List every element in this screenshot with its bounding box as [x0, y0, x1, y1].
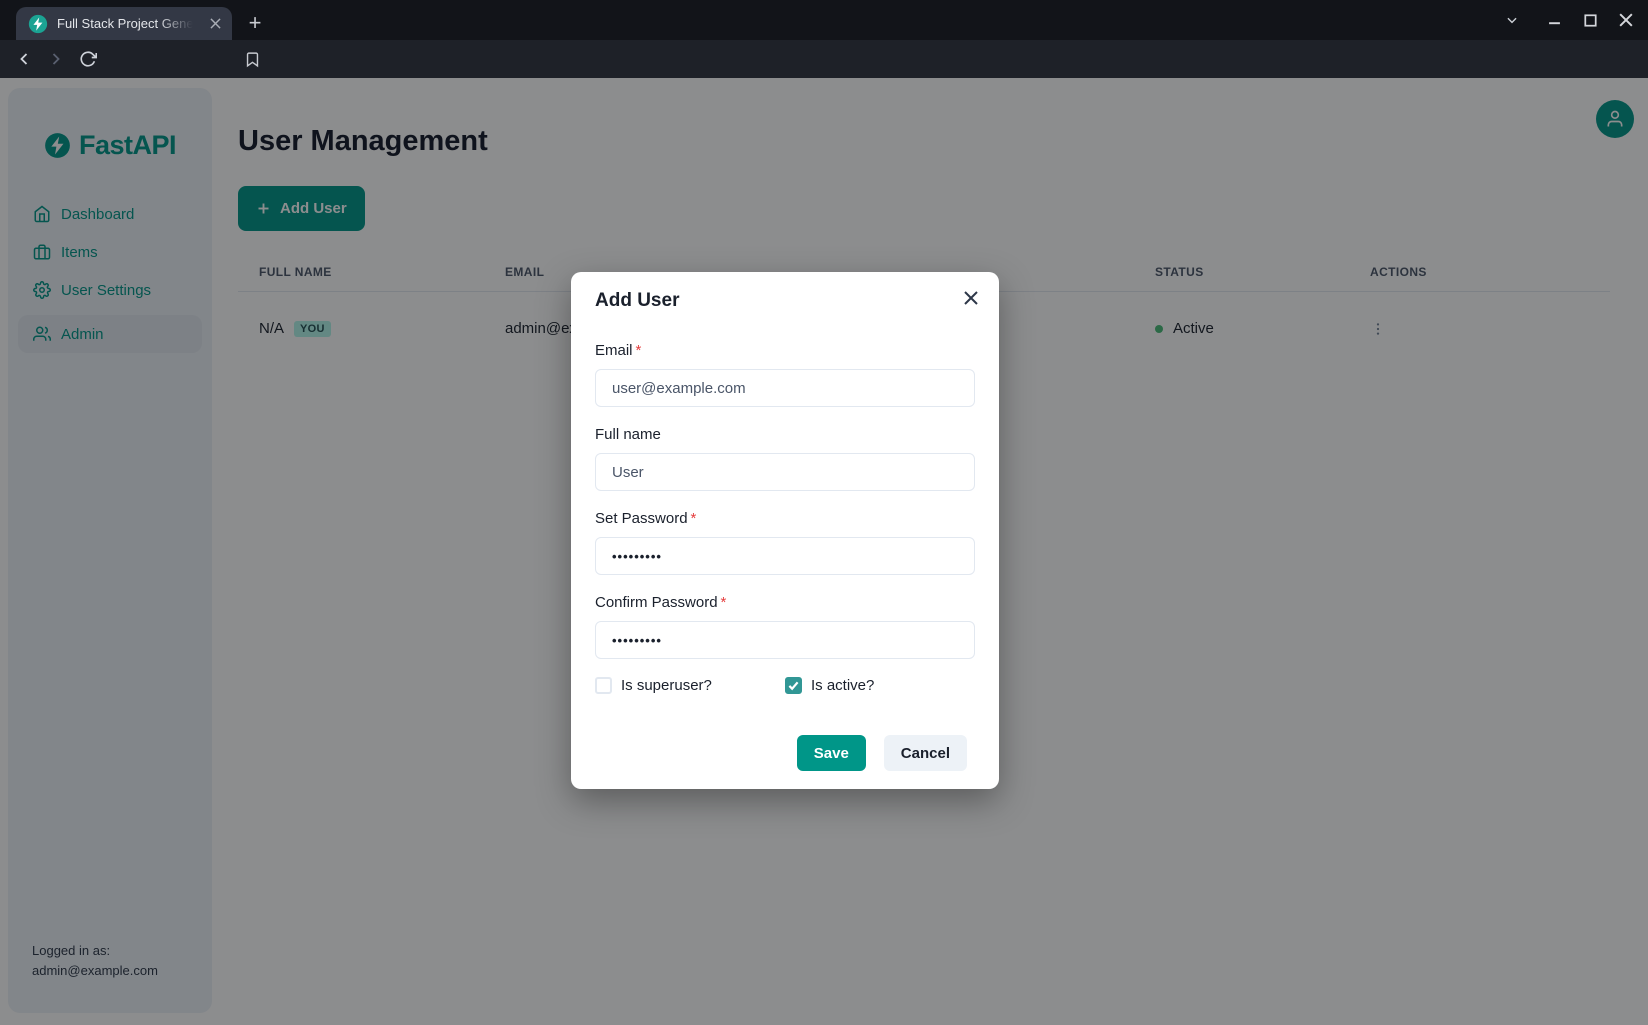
checkbox-icon[interactable]: [595, 677, 612, 694]
tab-title: Full Stack Project Genera: [57, 16, 197, 31]
minimize-button[interactable]: [1546, 12, 1562, 28]
browser-titlebar: Full Stack Project Genera +: [0, 0, 1648, 40]
maximize-button[interactable]: [1582, 12, 1598, 28]
email-field[interactable]: [595, 369, 975, 407]
fastapi-favicon-icon: [28, 14, 48, 34]
email-label: Email*: [595, 342, 975, 359]
save-button[interactable]: Save: [797, 735, 866, 771]
is-active-checkbox[interactable]: Is active?: [785, 677, 975, 694]
bookmark-icon[interactable]: [240, 47, 264, 71]
close-window-button[interactable]: [1618, 12, 1634, 28]
reload-button[interactable]: [76, 47, 100, 71]
forward-button[interactable]: [44, 47, 68, 71]
browser-tab[interactable]: Full Stack Project Genera: [16, 7, 232, 40]
set-password-label: Set Password*: [595, 510, 975, 527]
is-superuser-label: Is superuser?: [621, 677, 712, 694]
page-viewport: FastAPI Dashboard Items User Settings Ad…: [0, 78, 1648, 1025]
full-name-label: Full name*: [595, 426, 975, 443]
cancel-button[interactable]: Cancel: [884, 735, 967, 771]
confirm-password-field[interactable]: [595, 621, 975, 659]
modal-close-icon[interactable]: [958, 285, 984, 311]
is-superuser-checkbox[interactable]: Is superuser?: [595, 677, 785, 694]
browser-toolbar: localhost/admin 1: [0, 40, 1648, 78]
add-user-modal: Add User Email* Full name* Set Password*…: [571, 272, 999, 789]
back-button[interactable]: [12, 47, 36, 71]
checkbox-icon[interactable]: [785, 677, 802, 694]
full-name-field[interactable]: [595, 453, 975, 491]
confirm-password-label: Confirm Password*: [595, 594, 975, 611]
modal-title: Add User: [595, 290, 975, 312]
new-tab-button[interactable]: +: [240, 8, 270, 38]
tab-close-icon[interactable]: [206, 15, 224, 33]
set-password-field[interactable]: [595, 537, 975, 575]
tab-search-chevron-icon[interactable]: [1504, 12, 1520, 28]
is-active-label: Is active?: [811, 677, 874, 694]
